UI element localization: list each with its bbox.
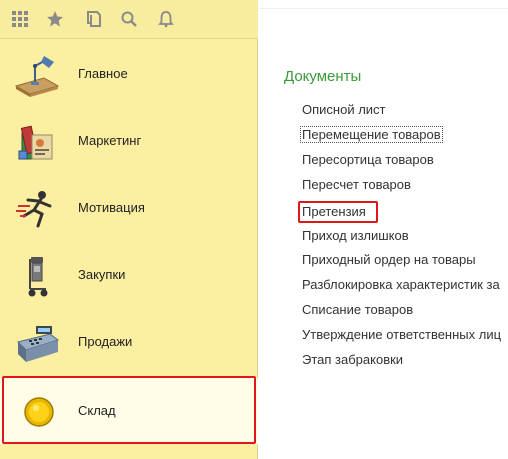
document-link[interactable]: Приход излишков xyxy=(302,228,409,243)
claim-highlight-box xyxy=(298,201,378,223)
apps-grid-icon[interactable] xyxy=(9,8,31,30)
document-link[interactable]: Этап забраковки xyxy=(302,352,403,367)
history-icon[interactable] xyxy=(83,8,105,30)
content-topbar xyxy=(259,0,508,9)
section-title: Документы xyxy=(284,68,362,85)
sidebar-item-motivation[interactable]: Мотивация xyxy=(0,176,258,240)
hand-truck-icon xyxy=(14,253,60,299)
sidebar-item-purchases[interactable]: Закупки xyxy=(0,243,258,307)
document-link[interactable]: Приходный ордер на товары xyxy=(302,252,476,267)
sidebar-toolbar xyxy=(0,0,258,39)
runner-icon xyxy=(14,186,60,232)
document-link[interactable]: Утверждение ответственных лиц xyxy=(302,327,501,342)
sidebar-item-label: Главное xyxy=(78,66,128,81)
sidebar-item-main[interactable]: Главное xyxy=(0,42,258,106)
document-link[interactable]: Перемещение товаров xyxy=(300,126,443,143)
cash-register-icon xyxy=(14,320,60,366)
document-link[interactable]: Пересчет товаров xyxy=(302,177,411,192)
favorites-star-icon[interactable] xyxy=(44,8,66,30)
document-link[interactable]: Списание товаров xyxy=(302,302,413,317)
sidebar-item-label: Маркетинг xyxy=(78,133,142,148)
sidebar-item-label: Продажи xyxy=(78,334,133,349)
sidebar-item-label: Мотивация xyxy=(78,200,145,215)
document-link[interactable]: Разблокировка характеристик за xyxy=(302,277,500,292)
main-content: Документы Описной лист Перемещение товар… xyxy=(259,0,508,459)
search-icon[interactable] xyxy=(118,8,140,30)
desk-lamp-icon xyxy=(14,52,60,98)
sidebar-item-sales[interactable]: Продажи xyxy=(0,310,258,374)
document-link[interactable]: Пересортица товаров xyxy=(302,152,434,167)
notifications-bell-icon[interactable] xyxy=(155,8,177,30)
sidebar-item-label: Закупки xyxy=(78,267,126,282)
sidebar: Главное Маркетинг Мотивация Закупки Прод… xyxy=(0,0,258,459)
marketing-books-icon xyxy=(14,119,60,165)
sidebar-item-marketing[interactable]: Маркетинг xyxy=(0,109,258,173)
selection-highlight xyxy=(2,376,256,444)
document-link[interactable]: Описной лист xyxy=(302,102,386,117)
